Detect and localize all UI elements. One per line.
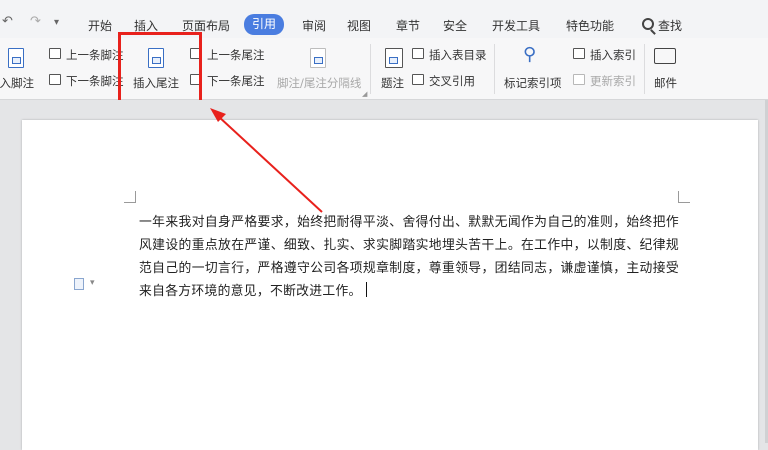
cross-reference-button[interactable]: 交叉引用 [429, 73, 475, 89]
next-footnote-icon [49, 74, 61, 85]
ribbon-toolbar: 插入脚注 上一条脚注 下一条脚注 插入尾注 上一条尾注 下一条尾注 脚注/尾注分… [0, 38, 768, 100]
previous-footnote-icon [49, 48, 61, 59]
caption-button[interactable]: 题注 [381, 75, 404, 91]
chevron-down-icon[interactable]: ▾ [90, 278, 95, 288]
mail-button[interactable]: 邮件 [654, 75, 677, 91]
next-endnote-button[interactable]: 下一条尾注 [207, 73, 265, 89]
redo-icon[interactable]: ↷ [30, 14, 41, 29]
ribbon-divider [370, 44, 371, 94]
dialog-launcher-icon[interactable]: ◢ [362, 90, 367, 98]
insert-footnote-button[interactable]: 插入脚注 [0, 75, 34, 91]
caption-icon[interactable] [385, 48, 403, 68]
insert-index-icon [573, 48, 585, 59]
tab-references[interactable]: 引用 [244, 14, 285, 35]
chevron-down-icon[interactable]: ▾ [54, 17, 59, 28]
previous-endnote-button[interactable]: 上一条尾注 [207, 47, 265, 63]
tab-view[interactable]: 视图 [347, 16, 371, 36]
ribbon-divider [644, 44, 645, 94]
next-footnote-button[interactable]: 下一条脚注 [66, 73, 124, 89]
search-label[interactable]: 查找 [658, 16, 682, 36]
update-index-icon [573, 74, 585, 85]
tab-developer-tools[interactable]: 开发工具 [492, 16, 540, 36]
text-cursor [365, 282, 368, 297]
tab-special-features[interactable]: 特色功能 [566, 16, 614, 36]
previous-footnote-button[interactable]: 上一条脚注 [66, 47, 124, 63]
menu-bar: ↶ ↷ ▾ 开始 插入 页面布局 引用 审阅 视图 章节 安全 开发工具 特色功… [0, 0, 768, 38]
separator-icon [310, 48, 326, 68]
mark-index-entry-button[interactable]: 标记索引项 [504, 75, 562, 91]
tab-sections[interactable]: 章节 [396, 16, 420, 36]
footnote-separator-button: 脚注/尾注分隔线 [277, 76, 362, 90]
insert-table-of-figures-button[interactable]: 插入表目录 [429, 47, 487, 63]
mark-index-icon[interactable]: ⚲ [523, 44, 536, 65]
undo-icon[interactable]: ↶ [2, 14, 13, 29]
margin-corner-mark [124, 191, 136, 203]
tab-home[interactable]: 开始 [88, 16, 112, 36]
ribbon-divider [494, 44, 495, 94]
paragraph-layout-icon[interactable] [74, 278, 84, 290]
table-of-figures-icon [412, 48, 424, 59]
update-index-button: 更新索引 [590, 74, 636, 88]
document-paragraph[interactable]: 一年来我对自身严格要求，始终把耐得平淡、舍得付出、默默无闻作为自己的准则，始终把… [139, 211, 679, 303]
search-icon[interactable] [642, 18, 654, 30]
margin-corner-mark [678, 191, 690, 203]
footnote-icon[interactable] [8, 48, 24, 68]
tab-security[interactable]: 安全 [443, 16, 467, 36]
mail-icon[interactable] [654, 48, 676, 64]
cross-reference-icon [412, 74, 424, 85]
insert-index-button[interactable]: 插入索引 [590, 47, 636, 63]
tab-review[interactable]: 审阅 [302, 16, 326, 36]
paragraph-text: 一年来我对自身严格要求，始终把耐得平淡、舍得付出、默默无闻作为自己的准则，始终把… [139, 215, 679, 299]
